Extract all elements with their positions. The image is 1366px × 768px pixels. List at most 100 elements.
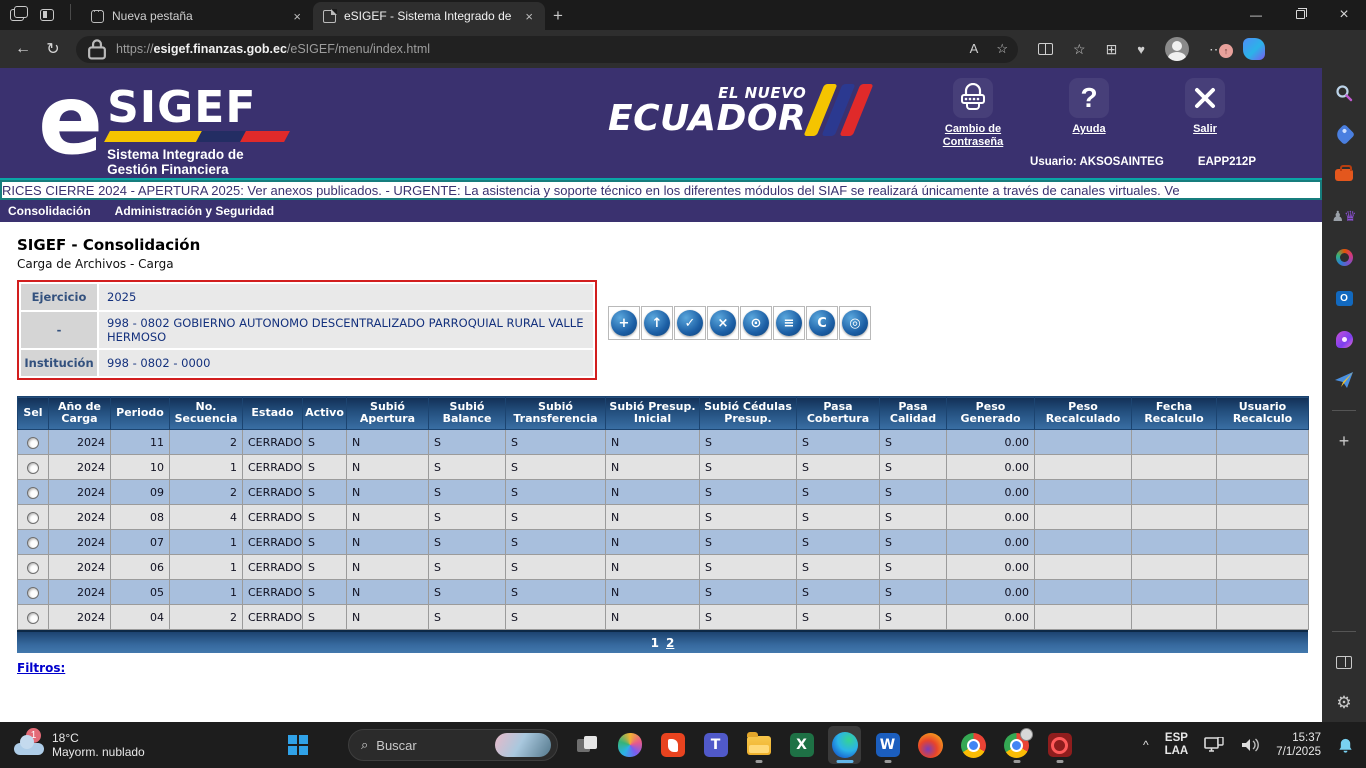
sidebar-settings-icon[interactable]: ⚙ bbox=[1333, 692, 1355, 714]
taskbar-app-acrobat[interactable] bbox=[1043, 726, 1076, 764]
taskbar-app-edge[interactable] bbox=[828, 726, 861, 764]
grid-cell bbox=[1035, 430, 1132, 455]
sidebar-panel-icon[interactable] bbox=[1333, 651, 1355, 673]
taskbar-app-task-view[interactable] bbox=[570, 726, 603, 764]
taskbar-app-excel[interactable]: X bbox=[785, 726, 818, 764]
new-record-button[interactable]: + bbox=[608, 306, 640, 340]
help-button[interactable]: ? Ayuda bbox=[1050, 78, 1128, 149]
collections-icon[interactable]: ⊞ bbox=[1106, 41, 1118, 58]
start-button[interactable] bbox=[286, 733, 310, 757]
sidebar-shopping-icon[interactable] bbox=[1333, 123, 1355, 145]
sidebar-games-icon[interactable]: ♟♛ bbox=[1333, 205, 1355, 227]
clock[interactable]: 15:377/1/2025 bbox=[1276, 731, 1321, 759]
notification-bell-icon[interactable] bbox=[1337, 737, 1354, 754]
grid-cell: 1 bbox=[170, 530, 243, 555]
taskbar-app-firefox[interactable] bbox=[914, 726, 947, 764]
split-screen-icon[interactable] bbox=[1038, 43, 1053, 55]
taskbar-app-copilot[interactable] bbox=[613, 726, 646, 764]
taskbar-app-chrome[interactable] bbox=[957, 726, 990, 764]
sidebar-designer-icon[interactable] bbox=[1333, 328, 1355, 350]
sidebar-tools-icon[interactable] bbox=[1333, 164, 1355, 186]
volume-icon[interactable] bbox=[1240, 737, 1260, 753]
workspaces-icon[interactable] bbox=[10, 9, 24, 21]
row-select-radio[interactable] bbox=[27, 537, 39, 549]
close-button[interactable]: × bbox=[1322, 0, 1366, 30]
row-select-radio[interactable] bbox=[27, 612, 39, 624]
save-upload-button[interactable]: ↑ bbox=[641, 306, 673, 340]
grid-cell bbox=[1132, 580, 1217, 605]
new-tab-button[interactable]: + bbox=[553, 6, 563, 26]
grid-cell: S bbox=[700, 505, 797, 530]
taskbar-app-teams[interactable]: T bbox=[699, 726, 732, 764]
taskbar-app-chrome-profile[interactable] bbox=[1000, 726, 1033, 764]
sidebar-add-icon[interactable]: + bbox=[1333, 430, 1355, 452]
row-select-radio[interactable] bbox=[27, 437, 39, 449]
tab-esigef[interactable]: eSIGEF - Sistema Integrado de G × bbox=[313, 2, 545, 30]
minimize-button[interactable]: — bbox=[1234, 0, 1278, 30]
profile-avatar[interactable] bbox=[1165, 37, 1189, 61]
divider bbox=[70, 4, 71, 20]
restore-button[interactable] bbox=[1278, 0, 1322, 30]
taskbar-app-word[interactable]: W bbox=[871, 726, 904, 764]
sidebar-outlook-icon[interactable]: O bbox=[1333, 287, 1355, 309]
filters-link[interactable]: Filtros: bbox=[17, 661, 1322, 675]
tab-nueva-pestana[interactable]: Nueva pestaña × bbox=[81, 2, 313, 30]
taskbar-app-nitro-pdf[interactable] bbox=[656, 726, 689, 764]
language-indicator[interactable]: ESPLAA bbox=[1165, 732, 1189, 758]
copilot-icon[interactable] bbox=[1243, 38, 1265, 60]
grid-cell: CERRADO bbox=[243, 430, 303, 455]
delete-button[interactable]: × bbox=[707, 306, 739, 340]
tab-actions-icon[interactable] bbox=[40, 9, 54, 21]
app-menubar: Consolidación Administración y Seguridad bbox=[0, 200, 1322, 222]
address-bar[interactable]: https://esigef.finanzas.gob.ec/eSIGEF/me… bbox=[76, 36, 1018, 63]
taskbar-search[interactable]: ⌕ Buscar bbox=[348, 729, 558, 761]
read-aloud-icon[interactable]: A bbox=[970, 41, 979, 57]
grid-cell: 0.00 bbox=[947, 530, 1035, 555]
grid-cell: S bbox=[797, 480, 880, 505]
print-button[interactable]: ≡ bbox=[773, 306, 805, 340]
tab-close-icon[interactable]: × bbox=[523, 9, 535, 24]
grid-cell: 08 bbox=[111, 505, 170, 530]
grid-cell bbox=[1217, 605, 1309, 630]
weather-widget[interactable]: 1 18°C Mayorm. nublado bbox=[0, 731, 286, 759]
grid-cell: S bbox=[700, 580, 797, 605]
tab-close-icon[interactable]: × bbox=[291, 9, 303, 24]
sidebar-drop-icon[interactable] bbox=[1333, 369, 1355, 391]
sidebar-microsoft365-icon[interactable] bbox=[1333, 246, 1355, 268]
grid-cell: S bbox=[797, 580, 880, 605]
row-select-radio[interactable] bbox=[27, 462, 39, 474]
row-select-radio[interactable] bbox=[27, 587, 39, 599]
change-password-button[interactable]: Cambio de Contraseña bbox=[934, 78, 1012, 149]
row-select-radio[interactable] bbox=[27, 512, 39, 524]
grid-cell: 1 bbox=[170, 555, 243, 580]
institucion-value[interactable]: 998 - 0802 - 0000 bbox=[99, 350, 593, 376]
view-detail-button[interactable]: ◎ bbox=[839, 306, 871, 340]
menu-consolidacion[interactable]: Consolidación bbox=[8, 204, 91, 218]
column-header: Periodo bbox=[111, 397, 170, 430]
page-2-link[interactable]: 2 bbox=[666, 636, 674, 650]
grid-cell bbox=[1217, 555, 1309, 580]
menu-administracion[interactable]: Administración y Seguridad bbox=[115, 204, 274, 218]
view-detail-button-icon: ◎ bbox=[842, 310, 868, 336]
exit-button[interactable]: Salir bbox=[1166, 78, 1244, 149]
approve-button[interactable]: C bbox=[806, 306, 838, 340]
taskbar-app-file-explorer[interactable] bbox=[742, 726, 775, 764]
browser-essentials-icon[interactable]: ♥ bbox=[1137, 42, 1145, 57]
grid-cell: CERRADO bbox=[243, 505, 303, 530]
validate-button[interactable]: ✓ bbox=[674, 306, 706, 340]
new-tab-page-icon bbox=[91, 10, 104, 23]
favorite-star-icon[interactable]: ☆ bbox=[996, 41, 1008, 57]
preview-button[interactable]: ⊙ bbox=[740, 306, 772, 340]
refresh-button[interactable]: ↻ bbox=[38, 39, 68, 59]
back-button[interactable]: ← bbox=[8, 40, 38, 58]
favorites-icon[interactable]: ☆ bbox=[1073, 41, 1086, 58]
entidad-value[interactable]: 998 - 0802 GOBIERNO AUTONOMO DESCENTRALI… bbox=[99, 312, 593, 348]
settings-more-icon[interactable]: ⋯↑ bbox=[1209, 41, 1223, 58]
row-select-radio[interactable] bbox=[27, 562, 39, 574]
sidebar-search-icon[interactable] bbox=[1333, 82, 1355, 104]
ejercicio-value[interactable]: 2025 bbox=[99, 284, 593, 310]
tray-expand-icon[interactable]: ^ bbox=[1143, 738, 1149, 752]
row-select-radio[interactable] bbox=[27, 487, 39, 499]
network-icon[interactable] bbox=[1204, 737, 1224, 754]
grid-cell: S bbox=[303, 505, 347, 530]
